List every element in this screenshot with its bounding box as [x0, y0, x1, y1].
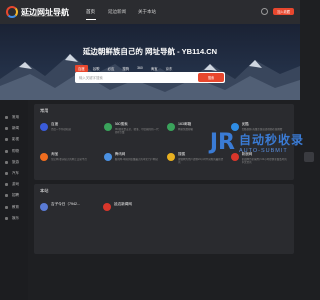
site-logo-icon: [103, 203, 111, 211]
sidebar-item-games[interactable]: 游戏: [0, 179, 28, 190]
site-name: 优酷: [241, 122, 249, 126]
search-input[interactable]: [75, 72, 198, 83]
search-button[interactable]: 搜索: [198, 73, 224, 82]
site-description: 搜狐网为用户提供24小时不间断的最新资讯: [178, 158, 224, 165]
add-favorite-button[interactable]: 加入收藏: [273, 8, 294, 15]
site-card[interactable]: 新浪网 新浪网为全球用户24小时提供全面及时的中文资讯: [230, 152, 289, 176]
category-sidebar: 常用 新闻 影视 购物 旅游 汽车 游戏 招聘 教育 娱乐: [0, 100, 28, 300]
site-description: 淘宝网-亚洲较大的网上交易平台: [51, 158, 87, 161]
site-name: 吉子今日（7942...: [51, 202, 80, 206]
watermark-title: 自动秒收录: [238, 133, 304, 147]
logo-icon: [6, 6, 18, 18]
site-name: 腾讯网: [114, 152, 126, 156]
nav-home[interactable]: 首页: [80, 0, 102, 24]
site-logo-icon: [103, 123, 112, 131]
site-logo-icon: [40, 203, 48, 211]
watermark-subtitle: AUTO-SUBMIT: [238, 148, 288, 154]
site-name: 淘宝: [51, 152, 59, 156]
site-description: 360搜索是安全、精准、可信赖的新一代搜索引擎: [114, 128, 159, 135]
site-description: 腾讯网-中国浏览量最大的中文门户网站: [114, 158, 158, 161]
section-title: 常用: [40, 108, 49, 113]
main-nav: 首页 延边新闻 关于本站: [80, 0, 162, 24]
back-to-top-button[interactable]: [304, 152, 314, 162]
watermark: JR 自动秒收录 AUTO-SUBMIT: [210, 130, 304, 155]
sidebar-item-video[interactable]: 影视: [0, 134, 28, 145]
watermark-logo: JR: [209, 130, 235, 155]
hero-title: 延边朝鲜族自己的 网址导航 - YB114.CN: [82, 47, 218, 56]
site-logo-icon: [40, 123, 48, 131]
recommend-row: 吉子今日（7942... 延边新闻网: [40, 202, 288, 226]
tab-google[interactable]: 谷歌: [90, 65, 103, 72]
site-card[interactable]: 腾讯网腾讯网-中国浏览量最大的中文门户网站: [103, 152, 162, 176]
sidebar-item-entertainment[interactable]: 娱乐: [0, 213, 28, 224]
site-card[interactable]: 360搜索 360搜索是安全、精准、可信赖的新一代搜索引擎: [103, 122, 162, 146]
site-name: 延边新闻网: [114, 202, 132, 206]
site-name: 163邮箱: [178, 122, 192, 126]
site-logo[interactable]: 延边网址导航 YANBIAN WEBSITE NAVIGATION: [6, 6, 80, 18]
sidebar-item-common[interactable]: 常用: [0, 112, 28, 123]
search-icon[interactable]: [261, 8, 269, 15]
site-description: [51, 208, 97, 218]
site-description: [114, 208, 160, 218]
section-title: 本站: [40, 188, 49, 193]
site-logo-icon: [167, 153, 175, 161]
sidebar-item-news[interactable]: 新闻: [0, 123, 28, 134]
sidebar-header: [0, 100, 28, 112]
site-logo-icon: [167, 123, 175, 131]
main-content: 常用 百度百度一下你就知道 360搜索 360搜索是安全、精准、可信赖的新一代搜索引…: [34, 104, 294, 254]
site-description: 新浪网为全球用户24小时提供全面及时的中文资讯: [241, 158, 287, 165]
site-logo-icon: [40, 153, 48, 161]
tab-sogou[interactable]: 搜狗: [119, 65, 132, 72]
sidebar-item-travel[interactable]: 旅游: [0, 157, 28, 168]
sidebar-item-shopping[interactable]: 购物: [0, 146, 28, 157]
hero-banner: 延边朝鲜族自己的 网址导航 - YB114.CN 百度 谷歌 必应 搜狗 360…: [0, 24, 300, 100]
tab-baidu[interactable]: 百度: [75, 65, 88, 72]
tab-360[interactable]: 360: [134, 65, 146, 72]
mountain-background: [0, 54, 300, 100]
site-card[interactable]: 吉子今日（7942...: [40, 202, 97, 226]
site-name: 360搜索: [114, 122, 128, 126]
sidebar-item-jobs[interactable]: 招聘: [0, 190, 28, 201]
nav-about[interactable]: 关于本站: [132, 0, 162, 24]
site-card[interactable]: 搜狐 搜狐网为用户提供24小时不间断的最新资讯: [167, 152, 225, 176]
site-logo-icon: [103, 153, 112, 161]
site-card[interactable]: 延边新闻网: [103, 202, 160, 226]
site-card[interactable]: 百度百度一下你就知道: [40, 122, 98, 146]
search-bar: 搜索: [75, 72, 225, 83]
search-engine-tabs: 百度 谷歌 必应 搜狗 360 淘宝 京东: [75, 65, 175, 72]
recommend-panel: 本站 吉子今日（7942... 延边新闻网: [34, 184, 294, 254]
site-name: 百度: [51, 122, 59, 126]
top-navbar: 延边网址导航 YANBIAN WEBSITE NAVIGATION 首页 延边新…: [0, 0, 300, 24]
site-description: 百度一下你就知道: [51, 128, 72, 131]
nav-news[interactable]: 延边新闻: [102, 0, 132, 24]
tab-jd[interactable]: 京东: [163, 65, 176, 72]
logo-subtitle: YANBIAN WEBSITE NAVIGATION: [21, 15, 60, 18]
site-card[interactable]: 淘宝淘宝网-亚洲较大的网上交易平台: [40, 152, 98, 176]
sidebar-item-auto[interactable]: 汽车: [0, 168, 28, 179]
tab-taobao[interactable]: 淘宝: [148, 65, 161, 72]
sidebar-item-education[interactable]: 教育: [0, 202, 28, 213]
tab-bing[interactable]: 必应: [105, 65, 118, 72]
